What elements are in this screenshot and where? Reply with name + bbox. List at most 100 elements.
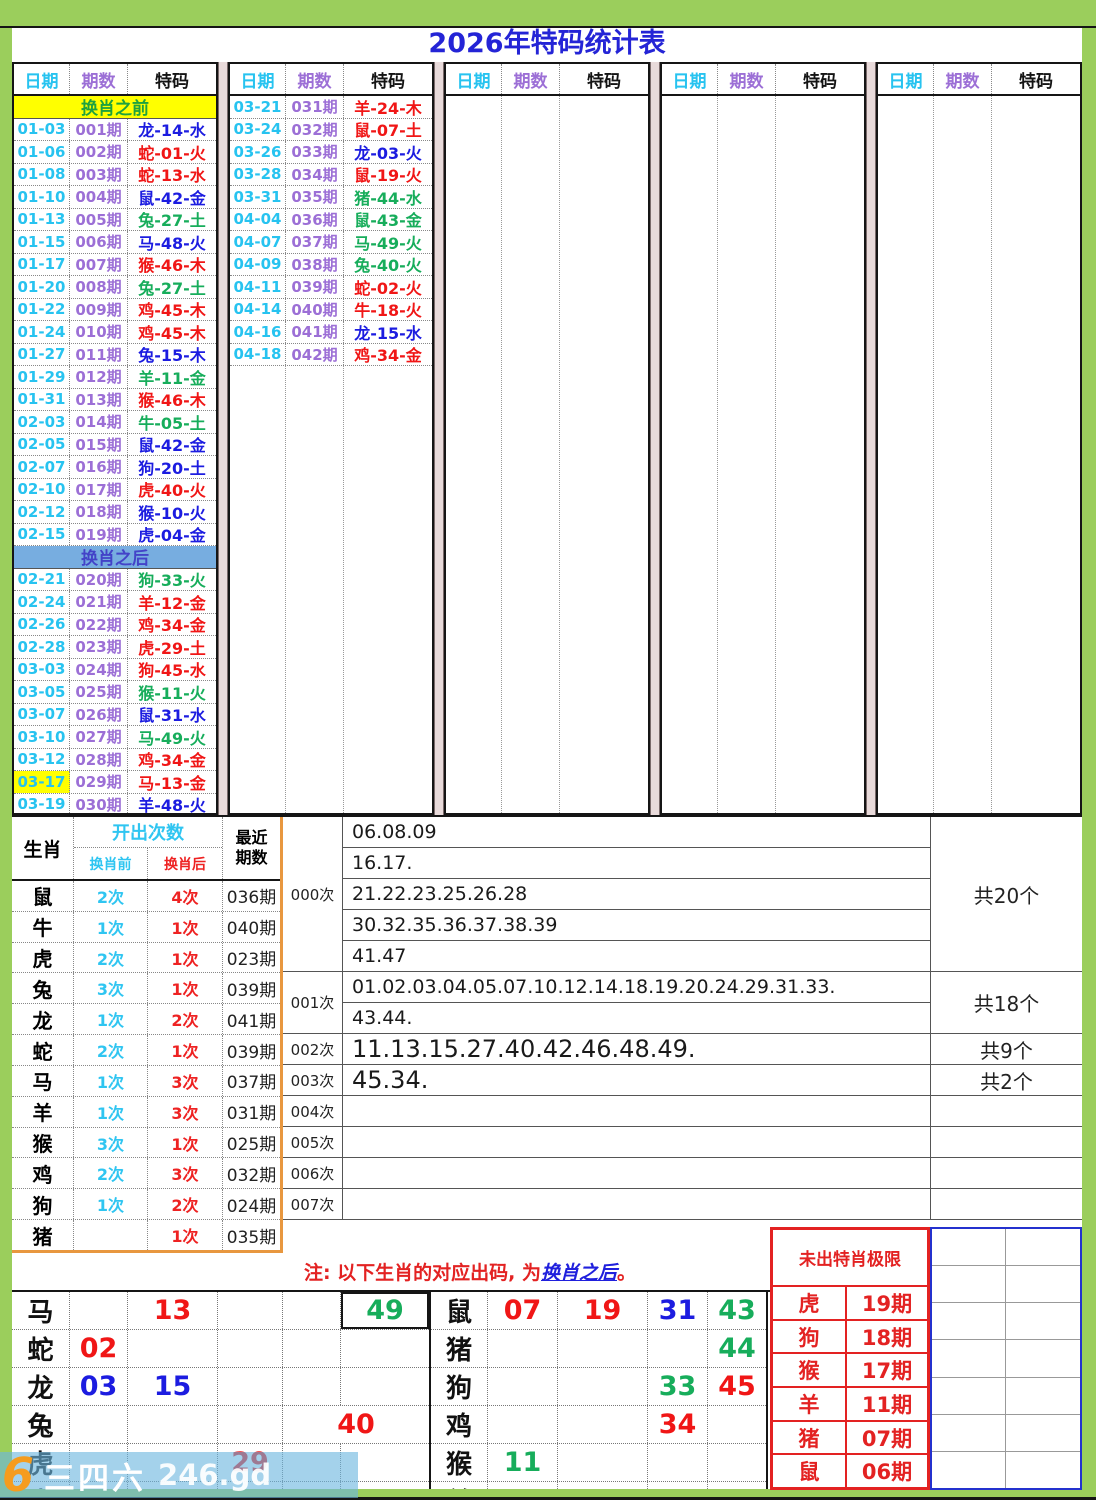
count-subheader-row: 换肖前 换肖后 — [74, 848, 222, 879]
bottom-number-cell — [488, 1406, 558, 1443]
draw-code: 虎-40-火 — [138, 481, 206, 501]
bottom-zodiac: 蛇 — [12, 1330, 70, 1367]
draw-date: 01-27 — [14, 343, 70, 365]
number-line: 45.34. — [352, 1065, 429, 1094]
limit-row: 虎 19期 — [773, 1287, 927, 1321]
draw-period: 022期 — [70, 613, 128, 635]
limit-zodiac: 猴 — [773, 1354, 847, 1387]
recent-period: 039期 — [226, 980, 277, 1001]
bottom-number-cell: 44 — [718, 1333, 756, 1364]
draw-row: 01-10 004期 鼠-42-金 — [14, 186, 216, 209]
bottom-number-cell — [283, 1330, 341, 1367]
draw-date: 01-31 — [14, 388, 70, 410]
draw-period: 032期 — [286, 118, 344, 140]
draw-code: 狗-20-土 — [138, 458, 206, 478]
bottom-number-cell — [488, 1368, 558, 1405]
draw-code: 兔-15-木 — [138, 346, 206, 366]
frequency-row: 005次 — [283, 1127, 1082, 1158]
draw-period: 008期 — [70, 276, 128, 298]
draw-row: 04-04 036期 鼠-43-金 — [230, 208, 432, 231]
blue-grid-row — [932, 1229, 1080, 1267]
season-banner: 换肖之前 — [14, 96, 216, 119]
draw-code: 猴-46-木 — [138, 391, 206, 411]
number-line: 11.13.15.27.40.42.46.48.49. — [352, 1034, 696, 1063]
frequency-total: 共20个 — [930, 817, 1082, 971]
number-line: 06.08.09 — [343, 817, 930, 848]
after-count: 1次 — [148, 1220, 223, 1250]
draw-period: 036期 — [286, 208, 344, 230]
draw-period: 023期 — [70, 636, 128, 658]
draw-period: 038期 — [286, 253, 344, 275]
recent-period: 024期 — [226, 1196, 277, 1217]
frequency-total — [930, 1127, 1082, 1157]
header-period: 期数 — [934, 64, 992, 94]
draw-row: 02-28 023期 虎-29-土 — [14, 636, 216, 659]
before-count: 3次 — [74, 1127, 148, 1158]
bottom-row: 龙 03 15 — [12, 1368, 429, 1406]
zodiac-header-label: 生肖 — [12, 817, 74, 879]
bottom-number-cell — [648, 1330, 708, 1367]
draw-period: 019期 — [70, 523, 128, 545]
recent-header-line1: 最近 — [235, 828, 268, 847]
limit-row: 鼠 06期 — [773, 1455, 927, 1488]
header-code: 特码 — [803, 71, 837, 92]
bottom-row: 蛇 02 — [12, 1330, 429, 1368]
header-code: 特码 — [587, 71, 621, 92]
bottom-number-cell — [341, 1368, 429, 1405]
draw-row: 02-24 021期 羊-12-金 — [14, 591, 216, 614]
frequency-total: 共18个 — [930, 972, 1082, 1033]
bottom-number-cell — [70, 1292, 128, 1329]
draw-code: 鼠-42-金 — [138, 436, 206, 456]
blue-grid-row — [932, 1340, 1080, 1378]
bottom-row: 狗 33 45 — [431, 1368, 766, 1406]
number-line: 30.32.35.36.37.38.39 — [343, 910, 930, 941]
draw-period: 021期 — [70, 591, 128, 613]
draw-code: 鼠-19-火 — [354, 166, 422, 186]
bottom-number-cell: 40 — [337, 1409, 375, 1440]
limit-period: 06期 — [861, 1460, 913, 1485]
statistics-section: 生肖 开出次数 换肖前 换肖后 最近 期数 鼠 2次 4次 036期牛 1次 1次 040期… — [12, 815, 1082, 1253]
frequency-total — [930, 1096, 1082, 1126]
draw-row: 01-15 006期 马-48-火 — [14, 231, 216, 254]
draw-row: 02-03 014期 牛-05-土 — [14, 411, 216, 434]
bottom-number-cell: 03 — [70, 1368, 128, 1405]
header-code: 特码 — [371, 71, 405, 92]
draw-code: 猴-11-火 — [138, 683, 206, 703]
header-period: 期数 — [70, 64, 128, 94]
draw-period: 026期 — [70, 703, 128, 725]
recent-period: 036期 — [226, 888, 277, 909]
draw-period: 010期 — [70, 321, 128, 343]
zodiac-count-row: 蛇 2次 1次 039期 — [12, 1035, 280, 1066]
header-date: 日期 — [878, 64, 934, 94]
draw-date: 02-26 — [14, 613, 70, 635]
blue-grid-cell — [932, 1266, 1006, 1303]
draw-date: 03-21 — [230, 96, 286, 118]
draw-date: 03-19 — [14, 793, 70, 813]
header-period: 期数 — [718, 64, 776, 94]
draw-code: 蛇-02-火 — [354, 278, 422, 298]
draw-date: 02-21 — [14, 568, 70, 590]
bottom-row: 猪 44 — [431, 1330, 766, 1368]
draw-code: 鸡-45-木 — [138, 301, 206, 321]
limit-box-title: 未出特肖极限 — [773, 1230, 927, 1287]
draw-code: 马-49-火 — [138, 728, 206, 748]
limit-row: 羊 11期 — [773, 1388, 927, 1422]
draw-row: 03-21 031期 羊-24-木 — [230, 96, 432, 119]
group-separator — [650, 62, 660, 815]
frequency-numbers: 06.08.09 16.17. 21.22.23.25.26.28 30.32.35.… — [343, 817, 930, 971]
table-header-row: 日期 期数 特码 — [878, 64, 1080, 96]
draw-code: 兔-27-土 — [138, 211, 206, 231]
draw-date: 01-06 — [14, 141, 70, 163]
draw-row: 01-13 005期 兔-27-土 — [14, 208, 216, 231]
limit-zodiac: 猪 — [773, 1421, 847, 1454]
frequency-label: 004次 — [283, 1096, 343, 1126]
bottom-number-cell: 43 — [718, 1295, 756, 1326]
bottom-zodiac: 马 — [12, 1292, 70, 1329]
recent-period-header: 最近 期数 — [223, 817, 280, 879]
limit-zodiac: 狗 — [773, 1320, 847, 1353]
draw-period: 033期 — [286, 141, 344, 163]
draw-code: 鸡-45-木 — [138, 323, 206, 343]
draw-row: 04-09 038期 兔-40-火 — [230, 253, 432, 276]
draw-period: 025期 — [70, 681, 128, 703]
draw-row: 02-21 020期 狗-33-火 — [14, 568, 216, 591]
